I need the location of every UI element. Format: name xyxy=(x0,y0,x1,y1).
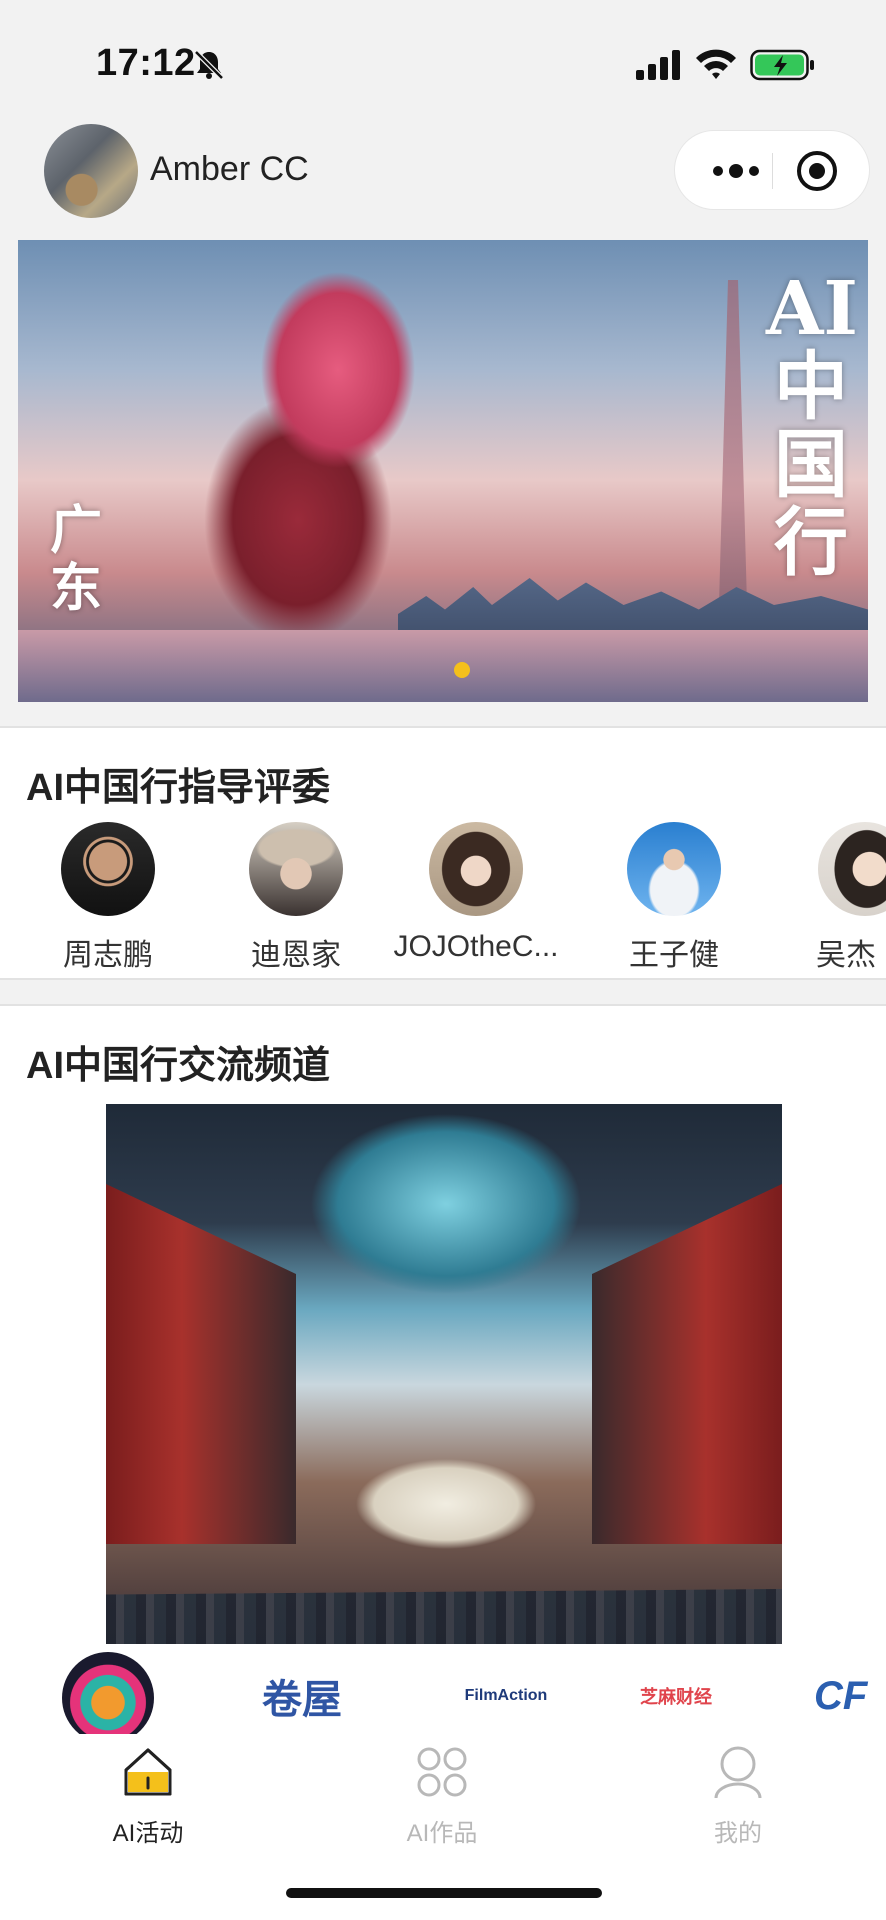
banner-title: AI中国行 xyxy=(766,266,859,586)
judge-name: JOJOtheC... xyxy=(393,930,559,963)
judge-item[interactable]: 吴杰 xyxy=(776,822,886,974)
cover-art-left xyxy=(106,1184,296,1544)
battery-charging-icon xyxy=(750,49,814,81)
more-icon[interactable] xyxy=(701,149,771,193)
tab-ai-works[interactable]: AI作品 xyxy=(342,1744,542,1848)
tab-label: 我的 xyxy=(714,1820,762,1847)
tab-label: AI活动 xyxy=(112,1820,184,1847)
wifi-icon xyxy=(696,49,736,79)
judges-section: AI中国行指导评委 周志鹏 迪恩家 JOJOtheC... 王子健 吴杰 xyxy=(0,726,886,980)
judge-avatar xyxy=(249,822,343,916)
judges-title: AI中国行指导评委 xyxy=(26,767,331,809)
banner-carousel[interactable]: AI中国行 广东 xyxy=(18,240,868,702)
status-time: 17:12 xyxy=(96,42,196,84)
carousel-indicator-dot xyxy=(454,662,470,678)
miniapp-capsule xyxy=(674,130,870,210)
judge-item[interactable]: 周志鹏 xyxy=(18,822,198,974)
capsule-divider xyxy=(772,153,773,189)
user-icon xyxy=(714,1746,762,1799)
judge-name: 迪恩家 xyxy=(251,939,341,972)
banner-tower-art xyxy=(718,280,748,640)
partner-logo-zhima[interactable]: 芝麻财经 xyxy=(626,1656,726,1736)
status-bar: 17:12 xyxy=(0,0,886,120)
partner-logo-juanwu[interactable]: 卷屋 xyxy=(252,1656,352,1736)
judge-avatar xyxy=(627,822,721,916)
user-avatar[interactable] xyxy=(44,124,138,218)
judge-avatar xyxy=(429,822,523,916)
banner-subtitle: 广东 xyxy=(49,500,102,619)
channel-section: AI中国行交流频道 xyxy=(0,1004,886,1744)
channel-title: AI中国行交流频道 xyxy=(26,1045,331,1087)
judge-item[interactable]: 迪恩家 xyxy=(206,822,386,974)
judge-item[interactable]: JOJOtheC... xyxy=(386,822,566,964)
tab-mine[interactable]: 我的 xyxy=(638,1744,838,1848)
cover-art-right xyxy=(592,1184,782,1544)
judge-item[interactable]: 王子健 xyxy=(584,822,764,974)
home-icon xyxy=(124,1748,172,1796)
bell-muted-icon xyxy=(194,50,224,80)
username: Amber CC xyxy=(150,150,309,188)
grid-icon xyxy=(417,1747,467,1797)
tab-label: AI作品 xyxy=(406,1820,478,1847)
judge-avatar xyxy=(818,822,886,916)
judge-avatar xyxy=(61,822,155,916)
home-indicator[interactable] xyxy=(286,1888,602,1898)
partner-logo-filmaction[interactable]: FilmAction xyxy=(436,1656,576,1736)
partner-logo-round[interactable] xyxy=(62,1652,154,1744)
cover-art-crowd xyxy=(106,1589,782,1644)
judge-name: 周志鹏 xyxy=(63,939,153,972)
banner-water-art xyxy=(18,630,868,702)
partner-logo-cf[interactable]: CF xyxy=(814,1656,886,1736)
close-miniapp-icon[interactable] xyxy=(793,147,841,195)
cellular-signal-icon xyxy=(636,50,680,80)
channel-cover-image[interactable] xyxy=(106,1104,782,1644)
tab-ai-activity[interactable]: AI活动 xyxy=(48,1744,248,1848)
judge-name: 吴杰 xyxy=(816,939,876,972)
judge-name: 王子健 xyxy=(629,939,719,972)
